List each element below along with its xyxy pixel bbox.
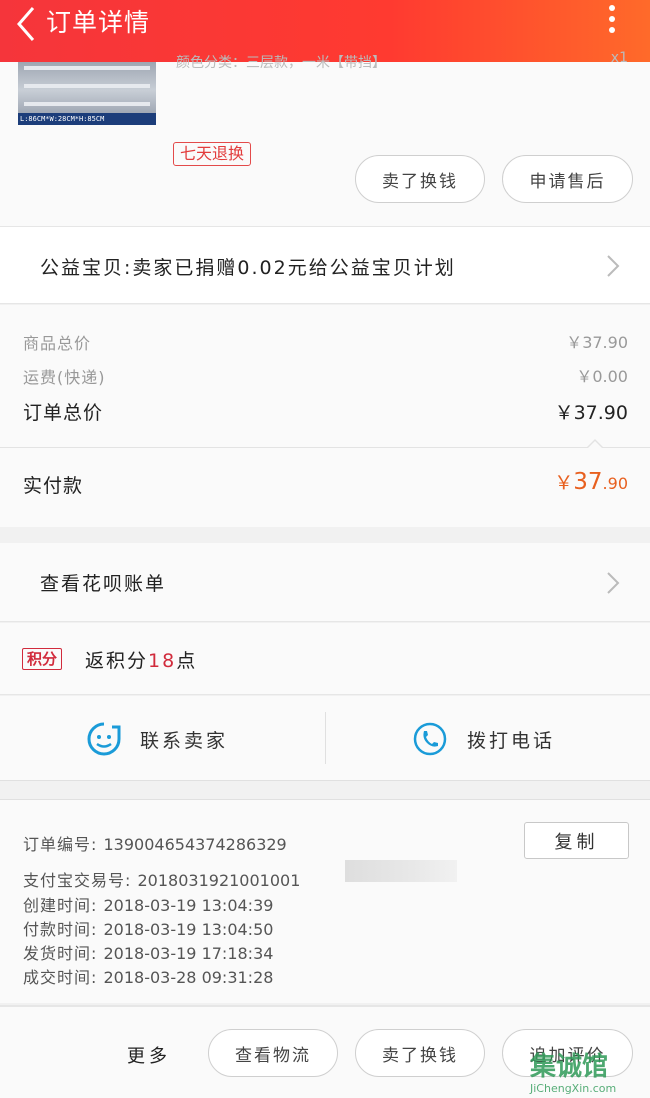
paid-int: 37 [573, 469, 603, 495]
ship-time: 发货时间: 2018-03-19 17:18:34 [23, 940, 273, 964]
contact-row: 联系卖家 拨打电话 [0, 696, 650, 781]
points-badge: 积分 [22, 648, 63, 670]
alipay-number-label: 支付宝交易号: [23, 871, 132, 890]
order-number-value: 139004654374286329 [103, 835, 287, 854]
paid-amount-row: 实付款 ￥37.90 [0, 439, 650, 527]
created-time-label: 创建时间: [23, 896, 98, 915]
order-total-value: ￥37.90 [554, 402, 628, 424]
redacted-block [345, 860, 457, 882]
bottom-action-bar: 更多 查看物流 卖了换钱 追加评价 [0, 1005, 650, 1098]
product-qty: x1 [610, 50, 628, 66]
sell-for-cash-button-bottom[interactable]: 卖了换钱 [355, 1029, 485, 1077]
paid-time-label: 付款时间: [23, 920, 98, 939]
shipping-label: 运费(快递) [23, 368, 106, 387]
order-info: 订单编号: 139004654374286329 复制 支付宝交易号: 2018… [0, 799, 650, 1003]
shipping-value: ￥0.00 [576, 367, 628, 386]
contact-seller-button[interactable]: 联系卖家 [84, 716, 284, 762]
goods-total-value: ￥37.90 [566, 333, 628, 352]
huabei-bill-row[interactable]: 查看花呗账单 [0, 543, 650, 622]
charity-row[interactable]: 公益宝贝:卖家已捐赠0.02元给公益宝贝计划 [0, 226, 650, 304]
alipay-number: 支付宝交易号: 2018031921001001 [23, 867, 300, 891]
back-button[interactable] [8, 4, 44, 44]
phone-icon [413, 722, 447, 756]
sell-for-cash-button[interactable]: 卖了换钱 [355, 155, 485, 203]
created-time-value: 2018-03-19 13:04:39 [103, 896, 274, 915]
points-text: 返积分18点 [85, 646, 197, 673]
paid-value: ￥37.90 [554, 468, 628, 495]
paid-time: 付款时间: 2018-03-19 13:04:50 [23, 916, 273, 940]
order-number: 订单编号: 139004654374286329 [23, 831, 287, 855]
ship-time-label: 发货时间: [23, 944, 98, 963]
price-breakdown: 商品总价 ￥37.90 运费(快递) ￥0.00 订单总价 ￥37.90 [0, 305, 650, 447]
order-total-label: 订单总价 [23, 402, 104, 424]
more-menu-button[interactable] [604, 2, 620, 38]
product-section: L:86CM*W:28CM*H:85CM 颜色分类：三层款，一米【带挡】 x1 … [0, 50, 650, 226]
done-time-value: 2018-03-28 09:31:28 [103, 968, 274, 987]
order-number-label: 订单编号: [23, 835, 98, 854]
points-suffix: 点 [176, 650, 198, 672]
chevron-right-icon [607, 255, 620, 277]
paid-dec: .90 [602, 474, 628, 493]
charity-text: 公益宝贝:卖家已捐赠0.02元给公益宝贝计划 [40, 257, 456, 279]
call-phone-button[interactable]: 拨打电话 [412, 716, 612, 762]
contact-seller-label: 联系卖家 [140, 730, 229, 752]
product-sku-text: 颜色分类：三层款，一米【带挡】 [176, 55, 386, 70]
more-button[interactable]: 更多 [127, 1042, 171, 1068]
view-logistics-button[interactable]: 查看物流 [208, 1029, 338, 1077]
more-dot-icon [609, 27, 615, 33]
done-time: 成交时间: 2018-03-28 09:31:28 [23, 964, 273, 988]
chevron-right-icon [607, 572, 620, 594]
chevron-left-icon [17, 7, 35, 41]
after-sale-button[interactable]: 申请售后 [502, 155, 633, 203]
paid-time-value: 2018-03-19 13:04:50 [103, 920, 274, 939]
points-prefix: 返积分 [85, 650, 149, 672]
points-value: 18 [148, 650, 177, 672]
seven-day-return-tag: 七天退换 [173, 142, 252, 166]
divider [325, 712, 326, 764]
more-dot-icon [609, 5, 615, 11]
more-dot-icon [609, 16, 615, 22]
add-review-button[interactable]: 追加评价 [502, 1029, 633, 1077]
chat-face-icon [87, 722, 121, 756]
huabei-bill-label: 查看花呗账单 [40, 573, 167, 595]
page-title: 订单详情 [46, 8, 151, 37]
call-phone-label: 拨打电话 [467, 730, 556, 752]
done-time-label: 成交时间: [23, 968, 98, 987]
points-row: 积分 返积分18点 [0, 623, 650, 695]
alipay-number-value: 2018031921001001 [137, 871, 301, 890]
paid-currency: ￥ [554, 472, 574, 494]
product-thumbnail[interactable]: L:86CM*W:28CM*H:85CM [18, 62, 156, 125]
thumb-caption: L:86CM*W:28CM*H:85CM [18, 113, 156, 125]
paid-label: 实付款 [23, 475, 84, 497]
copy-button[interactable]: 复制 [524, 822, 629, 859]
created-time: 创建时间: 2018-03-19 13:04:39 [23, 892, 273, 916]
pointer-triangle-fill [587, 441, 603, 449]
ship-time-value: 2018-03-19 17:18:34 [103, 944, 274, 963]
goods-total-label: 商品总价 [23, 334, 92, 353]
